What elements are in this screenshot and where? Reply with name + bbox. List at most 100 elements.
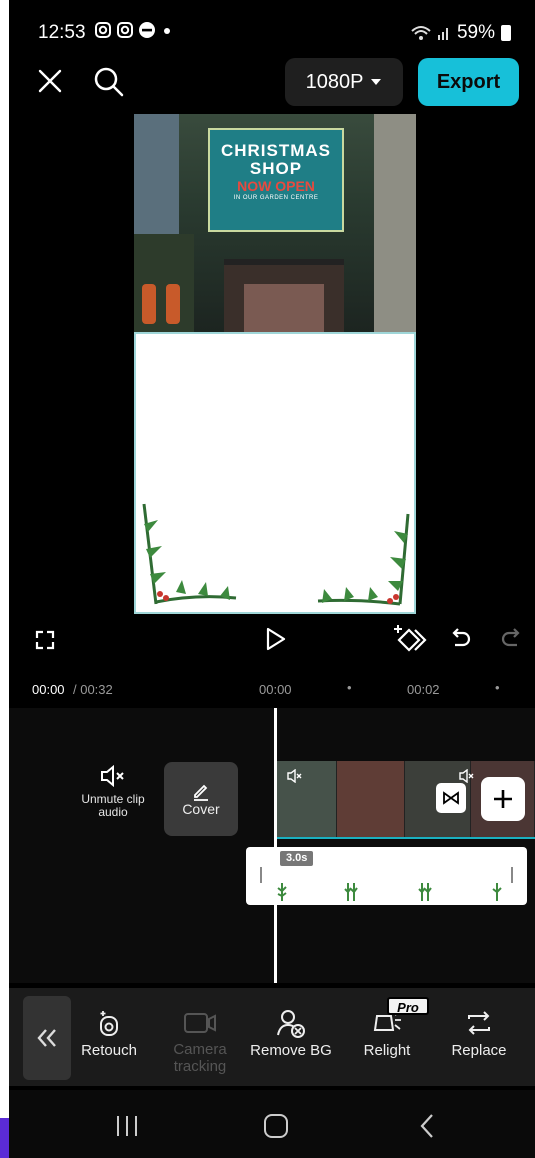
sticker-track[interactable]: 3.0s bbox=[246, 847, 527, 905]
dot-icon bbox=[164, 28, 170, 34]
home-icon bbox=[264, 1114, 288, 1138]
remove-bg-icon bbox=[277, 1010, 305, 1038]
transition-icon bbox=[443, 791, 459, 805]
decoration-1 bbox=[142, 284, 156, 324]
redo-button[interactable] bbox=[496, 624, 526, 654]
camera-tracking-label: Camera tracking bbox=[173, 1041, 227, 1075]
muted-clip-icon bbox=[287, 769, 302, 783]
total-time: / 00:32 bbox=[73, 682, 113, 697]
sticker-thumbnail-leaf bbox=[344, 883, 358, 901]
phone-screen: 12:53 59% 1080P Export CHRISTMAS SHOP NO… bbox=[9, 0, 535, 1158]
status-bar: 12:53 59% bbox=[9, 20, 535, 48]
resolution-dropdown[interactable]: 1080P bbox=[285, 58, 403, 106]
status-time: 12:53 bbox=[38, 22, 86, 43]
remove-bg-label: Remove BG bbox=[250, 1042, 332, 1059]
recent-apps-icon bbox=[117, 1116, 137, 1136]
sticker-thumbnail-leaf bbox=[277, 883, 287, 901]
plus-icon bbox=[494, 790, 512, 808]
clip-thumbnail bbox=[277, 761, 337, 837]
transition-button[interactable] bbox=[436, 783, 466, 813]
battery-percent: 59% bbox=[456, 22, 495, 43]
camera-tracking-icon bbox=[184, 1013, 216, 1033]
keyframe-button[interactable] bbox=[392, 622, 428, 656]
fullscreen-icon bbox=[35, 630, 55, 650]
redo-icon bbox=[501, 628, 520, 647]
sign-line-2: SHOP bbox=[249, 158, 303, 178]
building-right bbox=[374, 114, 416, 334]
replace-tool[interactable]: Replace bbox=[434, 1004, 524, 1059]
christmas-shop-sign: CHRISTMAS SHOP NOW OPEN IN OUR GARDEN CE… bbox=[208, 128, 344, 232]
ruler-dot: • bbox=[347, 680, 352, 695]
add-clip-button[interactable] bbox=[481, 777, 525, 821]
cover-button[interactable]: Cover bbox=[164, 762, 238, 836]
remove-bg-tool[interactable]: Remove BG bbox=[243, 1004, 339, 1059]
clip-thumbnail bbox=[337, 761, 405, 837]
cover-label: Cover bbox=[182, 801, 220, 817]
retouch-label: Retouch bbox=[81, 1042, 137, 1059]
notification-icons bbox=[94, 21, 174, 39]
unmute-clip-audio-button[interactable]: Unmute clip audio bbox=[73, 764, 153, 820]
sign-line-3: NOW OPEN bbox=[237, 177, 315, 194]
muted-speaker-icon bbox=[101, 764, 124, 788]
replace-label: Replace bbox=[451, 1042, 507, 1059]
screen-edge-accent bbox=[0, 1118, 9, 1158]
ruler-label-0: 00:00 bbox=[259, 682, 292, 697]
chevron-down-icon bbox=[371, 79, 382, 85]
ruler-dot: • bbox=[495, 680, 500, 695]
sticker-overlay[interactable] bbox=[134, 332, 416, 614]
camera-tracking-tool[interactable]: Camera tracking bbox=[155, 1004, 245, 1075]
holly-right-decoration bbox=[317, 513, 410, 606]
keyframe-icon bbox=[394, 625, 427, 652]
trim-handle-left[interactable] bbox=[260, 867, 262, 883]
editor-top-bar: 1080P Export bbox=[9, 56, 535, 106]
ruler-label-1: 00:02 bbox=[407, 682, 440, 697]
pro-badge: Pro bbox=[387, 997, 429, 1015]
replace-icon bbox=[468, 1011, 490, 1035]
instagram-icon bbox=[95, 22, 111, 38]
back-chevron-icon bbox=[420, 1114, 433, 1138]
playhead[interactable] bbox=[274, 708, 277, 983]
recent-apps-button[interactable] bbox=[109, 1108, 145, 1144]
export-button[interactable]: Export bbox=[418, 58, 519, 106]
current-time: 00:00 bbox=[32, 682, 65, 697]
retouch-icon bbox=[100, 1011, 118, 1036]
close-icon bbox=[38, 69, 62, 93]
undo-icon bbox=[452, 628, 471, 647]
muted-clip-icon bbox=[459, 769, 474, 783]
holly-left-decoration bbox=[142, 503, 237, 605]
play-icon bbox=[266, 627, 286, 651]
decoration-2 bbox=[166, 284, 180, 324]
dnd-icon bbox=[139, 22, 155, 38]
close-button[interactable] bbox=[35, 66, 65, 96]
signal-icon bbox=[437, 28, 448, 40]
sign-line-4: IN OUR GARDEN CENTRE bbox=[233, 195, 319, 202]
system-navigation-bar bbox=[9, 1090, 535, 1158]
search-button[interactable] bbox=[91, 64, 127, 100]
building-left bbox=[134, 114, 179, 234]
home-button[interactable] bbox=[258, 1108, 294, 1144]
play-button[interactable] bbox=[261, 624, 291, 654]
fullscreen-button[interactable] bbox=[31, 626, 59, 654]
double-chevron-left-icon bbox=[37, 1029, 56, 1047]
shop-interior bbox=[244, 284, 324, 334]
video-preview[interactable]: CHRISTMAS SHOP NOW OPEN IN OUR GARDEN CE… bbox=[134, 114, 416, 614]
playback-controls bbox=[9, 618, 535, 660]
bottom-toolbar: Retouch Camera tracking Remove BG Religh… bbox=[9, 988, 535, 1086]
wifi-icon bbox=[411, 26, 431, 40]
undo-button[interactable] bbox=[446, 624, 476, 654]
trim-handle-right[interactable] bbox=[511, 867, 513, 883]
edit-pencil-icon bbox=[194, 784, 208, 801]
sticker-duration: 3.0s bbox=[280, 851, 314, 866]
search-icon bbox=[94, 67, 124, 97]
sticker-thumbnail-leaf bbox=[418, 883, 432, 901]
unmute-label: Unmute clip audio bbox=[81, 792, 145, 820]
instagram-icon bbox=[117, 22, 133, 38]
retouch-tool[interactable]: Retouch bbox=[64, 1004, 154, 1059]
back-button[interactable] bbox=[409, 1108, 445, 1144]
sticker-thumbnail-leaf bbox=[492, 883, 502, 901]
timeline-area[interactable] bbox=[9, 708, 535, 983]
sign-line-1: CHRISTMAS bbox=[220, 141, 332, 160]
battery-icon bbox=[501, 25, 511, 41]
video-frame-photo: CHRISTMAS SHOP NOW OPEN IN OUR GARDEN CE… bbox=[134, 114, 416, 334]
resolution-value: 1080P bbox=[305, 70, 364, 93]
